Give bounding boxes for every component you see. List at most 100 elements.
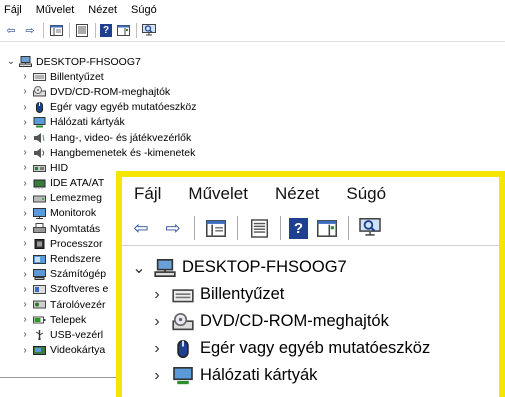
- tree-item[interactable]: › Hang-, video- és játékvezérlők: [0, 130, 505, 145]
- tree-item[interactable]: › Egér vagy egyéb mutatóeszköz: [0, 100, 505, 115]
- zoom-action-pane-button[interactable]: [314, 216, 340, 240]
- zoom-properties-button[interactable]: [246, 216, 272, 240]
- scan-hardware-button[interactable]: [141, 23, 157, 38]
- action-pane-button[interactable]: [115, 23, 131, 38]
- expand-chevron-icon[interactable]: ›: [20, 86, 30, 97]
- expand-chevron-icon[interactable]: ›: [20, 238, 30, 249]
- expand-chevron-icon[interactable]: ›: [20, 345, 30, 356]
- expand-chevron-icon[interactable]: ›: [148, 367, 166, 385]
- help-button[interactable]: ?: [100, 24, 112, 37]
- expand-chevron-icon[interactable]: ›: [20, 329, 30, 340]
- toolbar-separator: [69, 23, 70, 38]
- menu-view[interactable]: Nézet: [88, 4, 117, 16]
- tree-item-label: Egér vagy egyéb mutatóeszköz: [50, 101, 197, 114]
- tree-item[interactable]: › Hangbemenetek és -kimenetek: [0, 145, 505, 160]
- dvd-drive-icon: [172, 312, 194, 331]
- ide-controller-icon: [33, 178, 46, 189]
- tree-item[interactable]: › Billentyűzet: [0, 69, 505, 84]
- usb-icon: [33, 329, 46, 341]
- expand-chevron-icon[interactable]: ›: [20, 71, 30, 82]
- expand-chevron-icon[interactable]: ›: [20, 314, 30, 325]
- battery-icon: [33, 314, 46, 325]
- show-hide-console-tree-button[interactable]: [48, 23, 64, 38]
- zoom-device-tree: ⌄ DESKTOP-FHSOOG7 › Billentyűzet › DVD/CD-R…: [122, 246, 499, 389]
- help-icon: ?: [102, 25, 110, 36]
- menu-action[interactable]: Művelet: [36, 4, 75, 16]
- expand-chevron-icon[interactable]: ›: [20, 102, 30, 113]
- tree-item[interactable]: › DVD/CD-ROM-meghajtók: [0, 84, 505, 99]
- keyboard-icon: [172, 286, 194, 304]
- tree-item-label: Billentyűzet: [50, 70, 104, 83]
- tree-item-label: Processzor: [50, 237, 103, 250]
- zoom-tree-item-label: Billentyűzet: [200, 285, 285, 303]
- toolbar-separator: [95, 23, 96, 38]
- zoom-forward-button[interactable]: ⇨: [160, 216, 186, 240]
- zoom-menu-action[interactable]: Művelet: [188, 184, 248, 204]
- menu-file[interactable]: Fájl: [4, 4, 22, 16]
- zoom-tree-item[interactable]: › DVD/CD-ROM-meghajtók: [122, 308, 499, 335]
- tree-item-label: DVD/CD-ROM-meghajtók: [50, 85, 171, 98]
- help-icon: ?: [293, 219, 304, 237]
- tree-item-label: Telepek: [50, 313, 87, 326]
- zoom-callout-content: Fájl Művelet Nézet Súgó ⇦ ⇨ ? ⌄ DESKTOP-…: [122, 177, 499, 397]
- zoom-tree-item[interactable]: › Egér vagy egyéb mutatóeszköz: [122, 335, 499, 362]
- audio-icon: [33, 132, 46, 144]
- back-arrow-icon: ⇦: [133, 217, 149, 238]
- display-adapter-icon: [33, 345, 46, 356]
- tree-item-label: Hang-, video- és játékvezérlők: [50, 131, 192, 144]
- zoom-tree-root-label: DESKTOP-FHSOOG7: [182, 258, 347, 276]
- expand-chevron-icon[interactable]: ›: [20, 178, 30, 189]
- expand-chevron-icon[interactable]: ›: [20, 299, 30, 310]
- back-arrow-icon: ⇦: [6, 25, 16, 37]
- collapse-chevron-icon[interactable]: ⌄: [130, 258, 148, 278]
- zoom-back-button[interactable]: ⇦: [128, 216, 154, 240]
- expand-chevron-icon[interactable]: ›: [20, 254, 30, 265]
- forward-button[interactable]: ⇨: [22, 23, 38, 38]
- expand-chevron-icon[interactable]: ›: [20, 147, 30, 158]
- toolbar-separator: [348, 216, 349, 240]
- action-pane-icon: [116, 25, 130, 36]
- expand-chevron-icon[interactable]: ›: [20, 284, 30, 295]
- expand-chevron-icon[interactable]: ›: [20, 208, 30, 219]
- tree-item-label: Nyomtatás: [50, 222, 101, 235]
- tree-item-label: Hálózati kártyák: [50, 116, 125, 129]
- mouse-icon: [172, 339, 194, 358]
- console-tree-icon: [49, 25, 63, 36]
- expand-chevron-icon[interactable]: ›: [20, 132, 30, 143]
- tree-item-label: Tárolóvezér: [50, 298, 106, 311]
- collapse-chevron-icon[interactable]: ⌄: [6, 56, 16, 67]
- expand-chevron-icon[interactable]: ›: [148, 340, 166, 358]
- properties-button[interactable]: [74, 23, 90, 38]
- menu-help[interactable]: Súgó: [131, 4, 157, 16]
- zoom-console-tree-button[interactable]: [203, 216, 229, 240]
- expand-chevron-icon[interactable]: ›: [148, 286, 166, 304]
- expand-chevron-icon[interactable]: ›: [20, 162, 30, 173]
- tree-item-label: Hangbemenetek és -kimenetek: [50, 146, 196, 159]
- zoom-tree-item[interactable]: › Hálózati kártyák: [122, 362, 499, 389]
- zoom-menu-help[interactable]: Súgó: [346, 184, 386, 204]
- mouse-icon: [33, 101, 46, 113]
- toolbar: ⇦ ⇨ ?: [0, 20, 505, 42]
- speaker-icon: [33, 147, 46, 159]
- expand-chevron-icon[interactable]: ›: [20, 193, 30, 204]
- zoom-tree-item[interactable]: › Billentyűzet: [122, 281, 499, 308]
- expand-chevron-icon[interactable]: ›: [148, 313, 166, 331]
- zoom-callout: Fájl Művelet Nézet Súgó ⇦ ⇨ ? ⌄ DESKTOP-…: [116, 171, 505, 397]
- expand-chevron-icon[interactable]: ›: [20, 269, 30, 280]
- zoom-scan-hardware-button[interactable]: [357, 216, 383, 240]
- tree-item-label: Rendszere: [50, 253, 101, 266]
- expand-chevron-icon[interactable]: ›: [20, 117, 30, 128]
- toolbar-separator: [237, 216, 238, 240]
- zoom-menu-file[interactable]: Fájl: [134, 184, 161, 204]
- keyboard-icon: [33, 71, 46, 82]
- expand-chevron-icon[interactable]: ›: [20, 223, 30, 234]
- computer-icon: [154, 258, 176, 277]
- back-button[interactable]: ⇦: [3, 23, 19, 38]
- zoom-tree-root[interactable]: ⌄ DESKTOP-FHSOOG7: [122, 254, 499, 281]
- printer-icon: [33, 223, 46, 234]
- tree-item[interactable]: › Hálózati kártyák: [0, 115, 505, 130]
- toolbar-separator: [280, 216, 281, 240]
- zoom-help-button[interactable]: ?: [289, 217, 308, 239]
- tree-root[interactable]: ⌄ DESKTOP-FHSOOG7: [0, 54, 505, 69]
- zoom-menu-view[interactable]: Nézet: [275, 184, 319, 204]
